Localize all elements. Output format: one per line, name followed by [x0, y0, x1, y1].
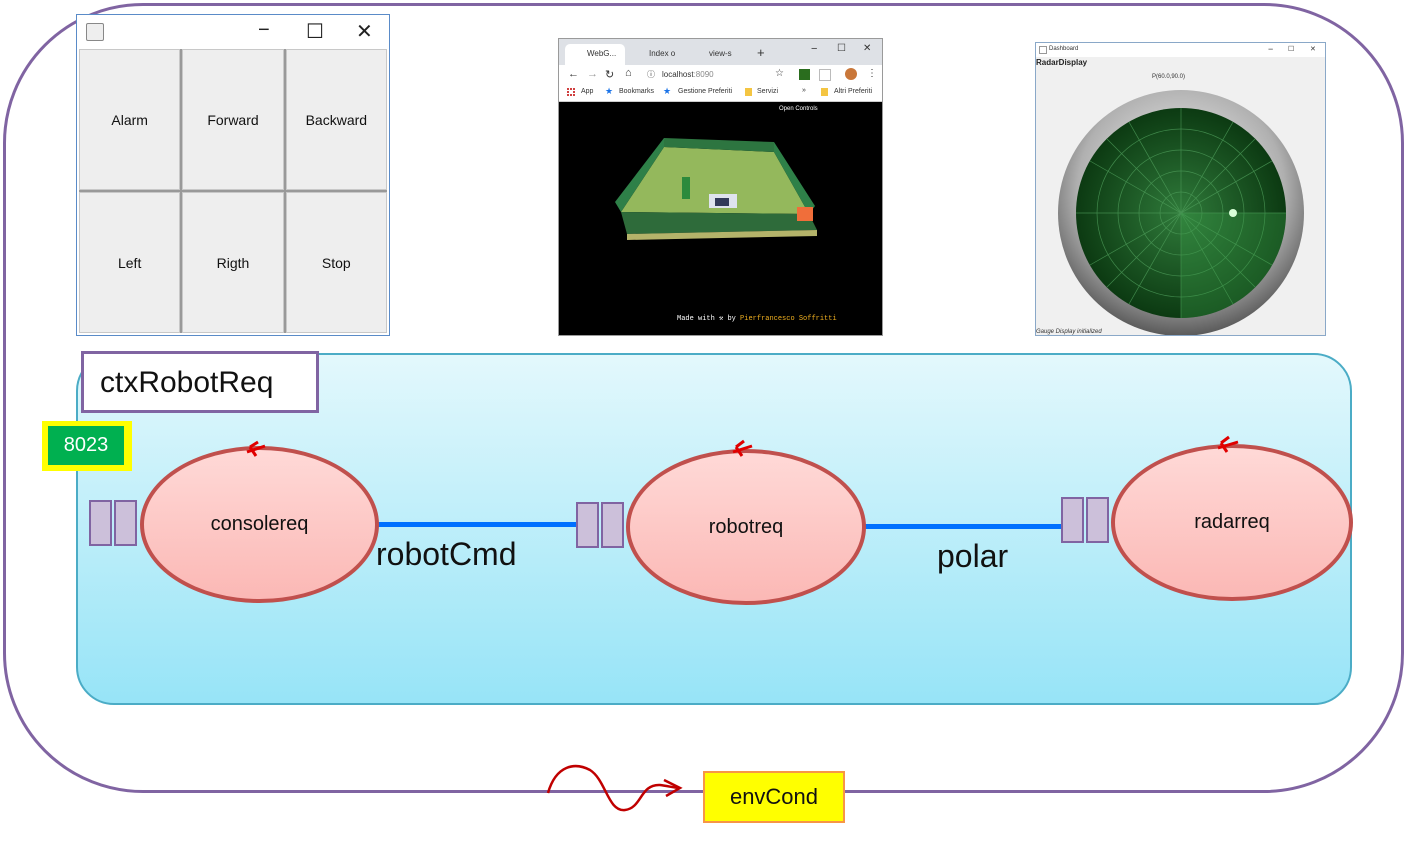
radar-gauge: [1058, 90, 1304, 335]
browser-tab-view[interactable]: view-s: [687, 44, 745, 65]
browser-tab-index[interactable]: Index o: [627, 44, 685, 65]
forward-button[interactable]: Forward: [182, 49, 284, 190]
star-icon[interactable]: ☆: [775, 68, 784, 79]
more-bookmarks[interactable]: »: [802, 87, 806, 94]
link-label-robotcmd: robotCmd: [376, 536, 517, 572]
actor-robotreq: robotreq: [626, 449, 866, 605]
actor-label: radarreq: [1194, 511, 1270, 533]
actor-label: robotreq: [708, 515, 784, 538]
actor-label: consolereq: [210, 513, 309, 535]
credit-author: Pierfrancesco Soffritti: [740, 315, 837, 323]
right-button[interactable]: Rigth: [182, 192, 284, 333]
forward-icon[interactable]: →: [587, 68, 598, 80]
tab-label: WebG...: [587, 49, 617, 58]
home-icon[interactable]: ⌂: [625, 67, 632, 79]
bookmark-bookmarks[interactable]: Bookmarks: [619, 88, 654, 95]
url-port: :8090: [693, 70, 714, 79]
wrench-icon: ⚒: [719, 315, 724, 323]
left-button[interactable]: Left: [79, 192, 181, 333]
extension-icon[interactable]: [799, 69, 810, 80]
new-tab-icon[interactable]: +: [757, 45, 765, 60]
browser-tabbar: WebG... Index o view-s + − ☐ ✕: [559, 39, 882, 65]
maximize-icon[interactable]: ☐: [837, 43, 846, 54]
url-field[interactable]: localhost:8090: [662, 70, 714, 79]
bookmark-servizi[interactable]: Servizi: [757, 88, 778, 95]
browser-window: WebG... Index o view-s + − ☐ ✕ ← → ↻ ⌂ ⓘ…: [558, 38, 883, 336]
bookmark-altri[interactable]: Altri Preferiti: [834, 88, 872, 95]
back-icon[interactable]: ←: [568, 68, 579, 80]
minimize-icon[interactable]: −: [811, 43, 817, 55]
radar-window: Dashboard − ☐ ✕ RadarDisplay P(60.0,90.0…: [1035, 42, 1326, 336]
context-name: ctxRobotReq: [81, 351, 319, 413]
actor-consolereq: consolereq: [140, 446, 379, 603]
profile-avatar[interactable]: [845, 68, 857, 80]
close-icon[interactable]: ✕: [356, 19, 373, 44]
star-icon: ★: [605, 86, 614, 96]
extension-icon[interactable]: [819, 69, 831, 81]
bookmark-gestione[interactable]: Gestione Preferiti: [678, 88, 732, 95]
bookmarks-bar: App ★ Bookmarks ★ Gestione Preferiti Ser…: [559, 85, 882, 102]
actor-queue: [576, 502, 626, 548]
actor-queue: [89, 500, 139, 546]
link-label-polar: polar: [937, 538, 1009, 574]
info-icon: ⓘ: [647, 70, 655, 79]
alarm-button[interactable]: Alarm: [79, 49, 181, 190]
link-polar: [864, 524, 1064, 529]
radar-status: Gauge Display initialized: [1036, 329, 1102, 335]
bookmark-app[interactable]: App: [581, 88, 593, 95]
virtual-room-3d: [615, 138, 817, 240]
console-window: − ☐ ✕ Alarm Forward Backward Left Rigth …: [76, 14, 390, 336]
url-host: localhost: [662, 70, 694, 79]
context-port: 8023: [42, 421, 132, 471]
port-number: 8023: [48, 426, 124, 465]
browser-address-bar: ← → ↻ ⌂ ⓘ localhost:8090 ☆ ⋮: [559, 65, 882, 85]
credit-by: by: [727, 315, 736, 323]
console-button-grid: Alarm Forward Backward Left Rigth Stop: [79, 49, 387, 333]
menu-icon[interactable]: ⋮: [867, 68, 877, 79]
star-icon: ★: [663, 86, 672, 96]
tab-label: Index o: [649, 49, 676, 58]
environment-label: envCond: [703, 771, 845, 823]
reload-icon[interactable]: ↻: [605, 68, 614, 81]
folder-icon: [745, 88, 752, 96]
credit-prefix: Made with: [677, 315, 715, 323]
maximize-icon[interactable]: ☐: [306, 19, 324, 44]
webgl-scene[interactable]: Open Controls Made with ⚒ by Pierfrances…: [559, 102, 882, 335]
link-robotcmd: [376, 522, 580, 527]
minimize-icon[interactable]: −: [258, 19, 270, 42]
actor-queue: [1061, 497, 1111, 543]
apps-icon: [567, 88, 575, 96]
actor-radarreq: radarreq: [1111, 444, 1353, 601]
tab-label: view-s: [709, 49, 732, 58]
java-icon: [86, 23, 104, 41]
console-titlebar: − ☐ ✕: [77, 15, 389, 49]
folder-icon: [821, 88, 828, 96]
backward-button[interactable]: Backward: [285, 49, 387, 190]
credit-line: Made with ⚒ by Pierfrancesco Soffritti: [677, 314, 837, 323]
close-icon[interactable]: ✕: [863, 43, 871, 54]
stop-button[interactable]: Stop: [285, 192, 387, 333]
browser-tab-webgl[interactable]: WebG...: [565, 44, 625, 65]
